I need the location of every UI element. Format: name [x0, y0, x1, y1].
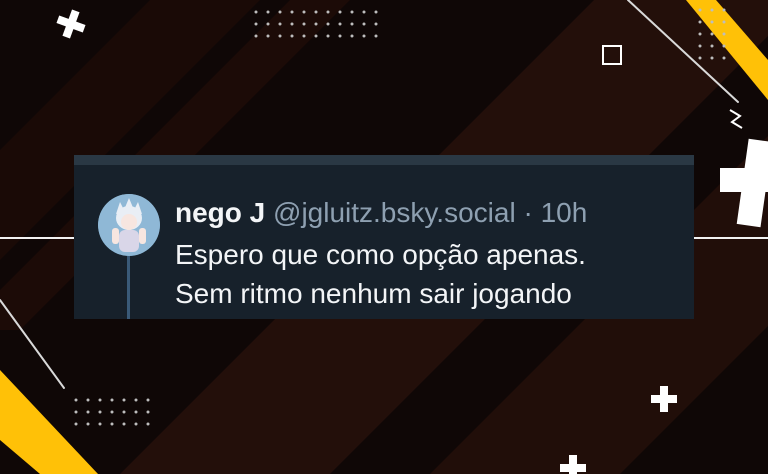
post-header: nego J @jgluitz.bsky.social · 10h — [175, 195, 587, 231]
author-handle[interactable]: @jgluitz.bsky.social — [273, 197, 516, 228]
thread-line — [127, 256, 130, 319]
post-card[interactable]: nego J @jgluitz.bsky.social · 10h Espero… — [74, 155, 694, 319]
anime-character-avatar-icon — [98, 194, 160, 256]
card-top-border — [74, 155, 694, 165]
post-time[interactable]: 10h — [541, 197, 588, 228]
post-text: Espero que como opção apenas. Sem ritmo … — [175, 235, 685, 313]
post-text-line: Espero que como opção apenas. — [175, 239, 586, 270]
separator-dot: · — [523, 197, 533, 228]
author-name[interactable]: nego J — [175, 197, 265, 228]
avatar[interactable] — [98, 194, 160, 256]
post-text-line: Sem ritmo nenhum sair jogando — [175, 278, 572, 309]
